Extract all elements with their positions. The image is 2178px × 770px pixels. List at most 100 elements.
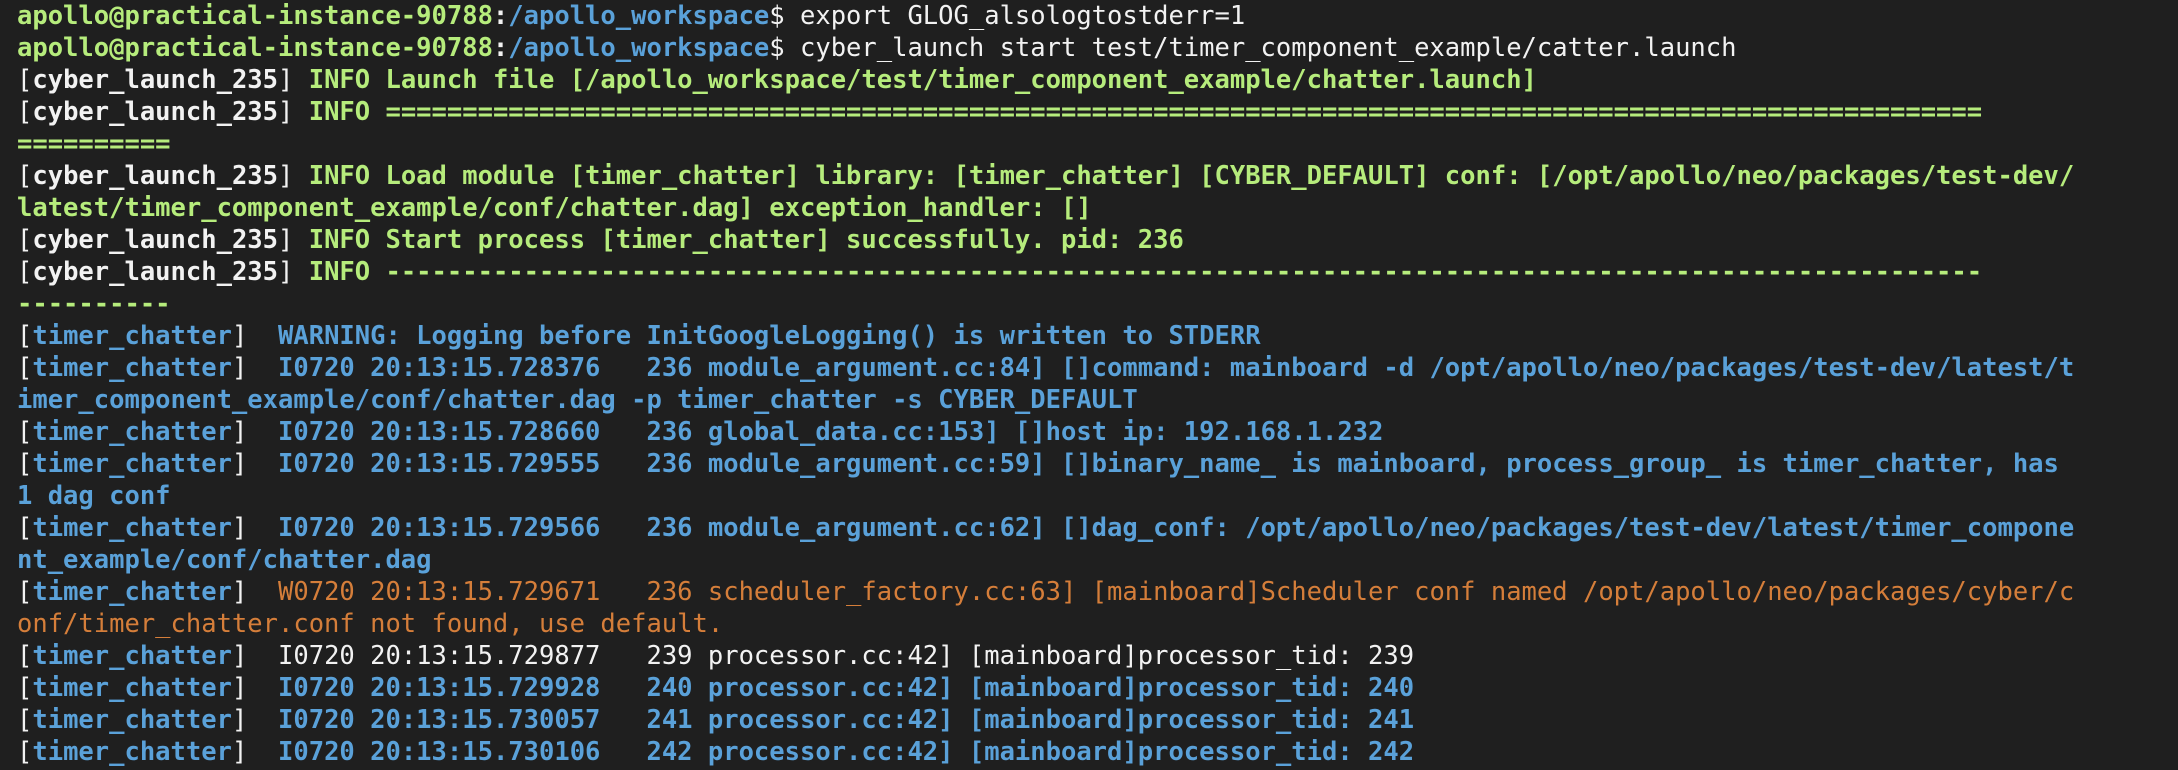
- terminal-text: I0720 20:13:15.730057 241 processor.cc:4…: [278, 705, 1415, 735]
- terminal-text: imer_component_example/conf/chatter.dag …: [17, 385, 1138, 415]
- terminal-text: cyber_launch_235: [32, 161, 278, 191]
- terminal-text: apollo@practical-instance-90788: [17, 1, 493, 31]
- terminal-text: [: [17, 705, 33, 735]
- terminal-text: [: [17, 65, 33, 95]
- terminal-line: onf/timer_chatter.conf not found, use de…: [17, 608, 2178, 640]
- terminal-text: [: [17, 641, 33, 671]
- terminal-text: ]: [231, 673, 279, 703]
- terminal-output[interactable]: apollo@practical-instance-90788:/apollo_…: [0, 0, 2178, 770]
- terminal-text: ]: [278, 257, 309, 287]
- terminal-text: INFO ===================================…: [308, 97, 1983, 127]
- terminal-text: ]: [231, 513, 279, 543]
- terminal-text: ]: [231, 417, 279, 447]
- terminal-text: cyber_launch_235: [32, 257, 278, 287]
- terminal-text: apollo@practical-instance-90788: [17, 33, 493, 63]
- terminal-text: timer_chatter: [32, 673, 232, 703]
- terminal-text: ]: [278, 161, 309, 191]
- terminal-line: ==========: [17, 128, 2178, 160]
- terminal-text: ]: [231, 449, 279, 479]
- terminal-text: /apollo_workspace: [508, 1, 770, 31]
- terminal-text: [: [17, 321, 33, 351]
- terminal-text: WARNING: Logging before InitGoogleLoggin…: [278, 321, 1261, 351]
- terminal-text: $ export GLOG_alsologtostderr=1: [769, 1, 1246, 31]
- terminal-text: timer_chatter: [32, 449, 232, 479]
- terminal-text: ]: [231, 353, 279, 383]
- terminal-line: [cyber_launch_235] INFO ================…: [17, 96, 2178, 128]
- terminal-text: ]: [278, 225, 309, 255]
- terminal-text: ]: [231, 577, 279, 607]
- terminal-line: [timer_chatter] I0720 20:13:15.730106 24…: [17, 736, 2178, 768]
- terminal-text: timer_chatter: [32, 513, 232, 543]
- terminal-line: ----------: [17, 288, 2178, 320]
- terminal-text: timer_chatter: [32, 353, 232, 383]
- terminal-text: ]: [231, 705, 279, 735]
- terminal-text: [: [17, 449, 33, 479]
- terminal-text: :: [492, 33, 509, 63]
- terminal-line: [cyber_launch_235] INFO ----------------…: [17, 256, 2178, 288]
- terminal-text: timer_chatter: [32, 737, 232, 767]
- terminal-line: latest/timer_component_example/conf/chat…: [17, 192, 2178, 224]
- terminal-text: onf/timer_chatter.conf not found, use de…: [17, 609, 724, 639]
- terminal-text: W0720 20:13:15.729671 236 scheduler_fact…: [278, 577, 2075, 607]
- terminal-line: 1 dag conf: [17, 480, 2178, 512]
- terminal-line: [timer_chatter] W0720 20:13:15.729671 23…: [17, 576, 2178, 608]
- terminal-text: 1 dag conf: [17, 481, 171, 511]
- terminal-text: [: [17, 353, 33, 383]
- terminal-line: [timer_chatter] I0720 20:13:15.730057 24…: [17, 704, 2178, 736]
- terminal-text: timer_chatter: [32, 577, 232, 607]
- terminal-text: ]: [278, 65, 309, 95]
- terminal-text: I0720 20:13:15.728376 236 module_argumen…: [278, 353, 2075, 383]
- terminal-line: [cyber_launch_235] INFO Launch file [/ap…: [17, 64, 2178, 96]
- terminal-line: [timer_chatter] I0720 20:13:15.728376 23…: [17, 352, 2178, 384]
- terminal-line: [cyber_launch_235] INFO Start process [t…: [17, 224, 2178, 256]
- terminal-line: [timer_chatter] I0720 20:13:15.729928 24…: [17, 672, 2178, 704]
- terminal-line: [timer_chatter] I0720 20:13:15.729566 23…: [17, 512, 2178, 544]
- terminal-text: [: [17, 513, 33, 543]
- terminal-line: apollo@practical-instance-90788:/apollo_…: [17, 0, 2178, 32]
- terminal-line: [timer_chatter] I0720 20:13:15.729877 23…: [17, 640, 2178, 672]
- terminal-text: /apollo_workspace: [508, 33, 770, 63]
- terminal-line: [timer_chatter] WARNING: Logging before …: [17, 320, 2178, 352]
- terminal-text: [: [17, 161, 33, 191]
- terminal-text: ==========: [17, 129, 171, 159]
- terminal-text: I0720 20:13:15.728660 236 global_data.cc…: [278, 417, 1384, 447]
- terminal-text: ]: [231, 321, 279, 351]
- terminal-line: [cyber_launch_235] INFO Load module [tim…: [17, 160, 2178, 192]
- terminal-line: [timer_chatter] I0720 20:13:15.728660 23…: [17, 416, 2178, 448]
- terminal-text: [: [17, 577, 33, 607]
- terminal-line: imer_component_example/conf/chatter.dag …: [17, 384, 2178, 416]
- terminal-text: ]: [231, 737, 279, 767]
- terminal-text: timer_chatter: [32, 417, 232, 447]
- terminal-text: INFO Load module [timer_chatter] library…: [308, 161, 2075, 191]
- terminal-text: INFO -----------------------------------…: [308, 257, 1983, 287]
- terminal-text: $ cyber_launch start test/timer_componen…: [769, 33, 1737, 63]
- terminal-text: cyber_launch_235: [32, 97, 278, 127]
- terminal-text: ----------: [17, 289, 171, 319]
- terminal-text: I0720 20:13:15.729877 239 processor.cc:4…: [278, 641, 1415, 671]
- terminal-line: nt_example/conf/chatter.dag: [17, 544, 2178, 576]
- terminal-text: [: [17, 673, 33, 703]
- terminal-line: [timer_chatter] I0720 20:13:15.729555 23…: [17, 448, 2178, 480]
- terminal-text: [: [17, 737, 33, 767]
- terminal-text: [: [17, 417, 33, 447]
- terminal-text: cyber_launch_235: [32, 65, 278, 95]
- terminal-text: INFO Start process [timer_chatter] succe…: [308, 225, 1184, 255]
- terminal-text: cyber_launch_235: [32, 225, 278, 255]
- terminal-text: [: [17, 257, 33, 287]
- terminal-text: [: [17, 97, 33, 127]
- terminal-text: nt_example/conf/chatter.dag: [17, 545, 432, 575]
- terminal-line: apollo@practical-instance-90788:/apollo_…: [17, 32, 2178, 64]
- terminal-text: latest/timer_component_example/conf/chat…: [17, 193, 1092, 223]
- terminal-text: :: [492, 1, 509, 31]
- terminal-text: timer_chatter: [32, 321, 232, 351]
- terminal-text: I0720 20:13:15.730106 242 processor.cc:4…: [278, 737, 1415, 767]
- terminal-text: I0720 20:13:15.729555 236 module_argumen…: [278, 449, 2059, 479]
- terminal-text: ]: [278, 97, 309, 127]
- terminal-text: [: [17, 225, 33, 255]
- terminal-text: INFO Launch file [/apollo_workspace/test…: [308, 65, 1537, 95]
- terminal-text: I0720 20:13:15.729928 240 processor.cc:4…: [278, 673, 1415, 703]
- terminal-text: timer_chatter: [32, 705, 232, 735]
- terminal-text: ]: [231, 641, 279, 671]
- terminal-text: I0720 20:13:15.729566 236 module_argumen…: [278, 513, 2075, 543]
- terminal-text: timer_chatter: [32, 641, 232, 671]
